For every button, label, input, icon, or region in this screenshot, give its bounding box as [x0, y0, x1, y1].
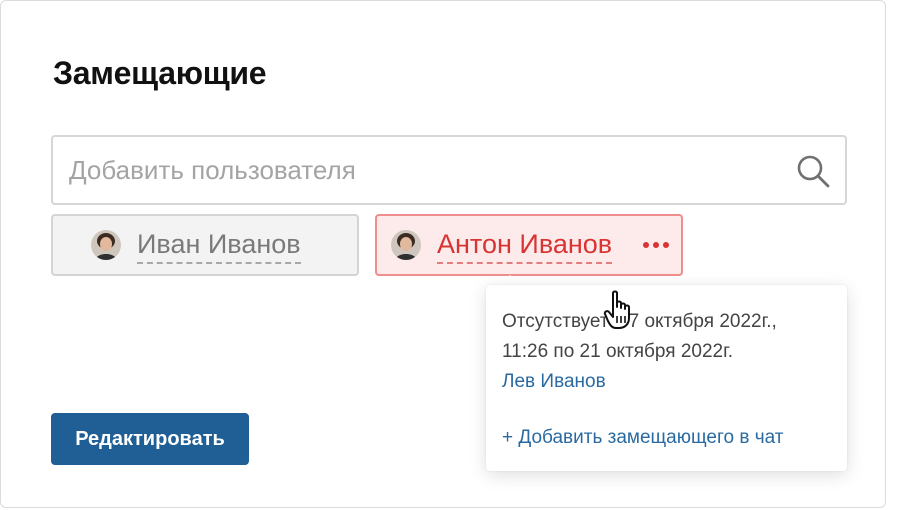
substitutes-panel: Замещающие Иван Иванов Ан — [0, 0, 886, 508]
chip-user-name[interactable]: Иван Иванов — [137, 229, 301, 264]
substitute-chip-selected[interactable]: Антон Иванов — [375, 214, 683, 276]
substitute-user-link[interactable]: Лев Иванов — [502, 371, 606, 393]
search-icon[interactable] — [795, 153, 831, 189]
chip-user-name[interactable]: Антон Иванов — [437, 229, 613, 264]
edit-button[interactable]: Редактировать — [51, 413, 249, 465]
popover-arrow — [500, 275, 520, 285]
search-input[interactable] — [69, 147, 769, 193]
substitute-chip[interactable]: Иван Иванов — [51, 214, 359, 276]
page-title: Замещающие — [53, 55, 267, 91]
more-dots-icon[interactable] — [641, 234, 671, 254]
avatar — [91, 230, 121, 260]
absence-period-start: Отсутствует с 7 октября 2022г., — [502, 311, 777, 332]
hand-pointer-icon — [603, 290, 630, 329]
absence-period-end: 11:26 по 21 октября 2022г. — [502, 341, 734, 362]
add-substitute-to-chat-link[interactable]: + Добавить замещающего в чат — [502, 427, 783, 449]
absence-info: Отсутствует с 7 октября 2022г., 11:26 по… — [502, 307, 832, 367]
search-box[interactable] — [51, 135, 847, 205]
avatar — [391, 230, 421, 260]
absence-popover: Отсутствует с 7 октября 2022г., 11:26 по… — [486, 285, 847, 471]
